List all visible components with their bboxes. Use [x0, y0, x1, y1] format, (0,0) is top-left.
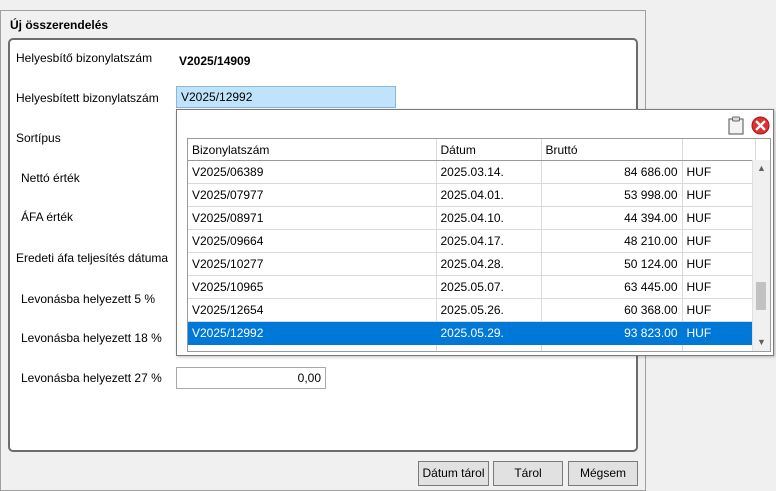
cell-bizonylatszam[interactable]: V2025/13122 — [188, 344, 437, 351]
clipboard-icon[interactable] — [728, 116, 744, 135]
cell-bizonylatszam[interactable]: V2025/10965 — [188, 275, 437, 299]
megsem-button[interactable]: Mégsem — [568, 461, 638, 486]
cell-brutto[interactable]: 53 998.00 — [541, 183, 683, 207]
cell-datum[interactable]: 2025.04.10. — [436, 206, 542, 230]
table-header-row: Bizonylatszám Dátum Bruttó — [188, 139, 756, 161]
netto-label: Nettó érték — [21, 171, 80, 185]
cell-brutto[interactable]: 44 394.00 — [541, 206, 683, 230]
helyesbito-label: Helyesbítő bizonylatszám — [16, 51, 153, 65]
table-row[interactable]: V2025/09664 2025.04.17. 48 210.00 HUF — [188, 229, 756, 253]
cell-datum[interactable]: 2025.05.29. — [436, 321, 542, 345]
tarol-button[interactable]: Tárol — [493, 461, 563, 486]
scroll-up-icon[interactable]: ▲ — [753, 160, 770, 177]
vertical-scrollbar[interactable]: ▲ ▼ — [752, 160, 770, 351]
cell-brutto[interactable]: 84 686.00 — [541, 160, 683, 184]
levon18-label: Levonásba helyezett 18 % — [21, 331, 162, 345]
cell-datum[interactable]: 2025.03.14. — [436, 160, 542, 184]
cell-datum[interactable]: 2025.05.26. — [436, 298, 542, 322]
helyesbitett-input[interactable]: V2025/12992 — [176, 86, 396, 108]
invoice-grid[interactable]: Bizonylatszám Dátum Bruttó V2025/06389 20… — [187, 138, 771, 352]
levon27-label: Levonásba helyezett 27 % — [21, 371, 162, 385]
cell-bizonylatszam[interactable]: V2025/08971 — [188, 206, 437, 230]
helyesbitett-label: Helyesbített bizonylatszám — [16, 91, 159, 105]
table-row[interactable]: V2025/10277 2025.04.28. 50 124.00 HUF — [188, 252, 756, 276]
cell-currency[interactable]: HUF — [682, 321, 756, 345]
cell-currency[interactable]: HUF — [682, 183, 756, 207]
levon27-input[interactable]: 0,00 — [176, 367, 326, 389]
cell-currency[interactable]: HUF — [682, 206, 756, 230]
cell-bizonylatszam[interactable]: V2025/10277 — [188, 252, 437, 276]
levon5-label: Levonásba helyezett 5 % — [21, 292, 156, 306]
helyesbito-value: V2025/14909 — [179, 54, 251, 68]
cell-datum[interactable]: 2025.04.17. — [436, 229, 542, 253]
cell-currency[interactable]: HUF — [682, 298, 756, 322]
cell-currency[interactable]: HUF — [682, 275, 756, 299]
table-row[interactable]: V2025/10965 2025.05.07. 63 445.00 HUF — [188, 275, 756, 299]
table-row[interactable]: V2025/131222025.05.30.79 930.00HUF — [188, 344, 756, 351]
datum-tarol-button[interactable]: Dátum tárol — [418, 461, 489, 486]
close-icon[interactable] — [751, 116, 770, 135]
sortipus-label: Sortípus — [16, 131, 61, 145]
cell-brutto[interactable]: 60 368.00 — [541, 298, 683, 322]
cell-datum[interactable]: 2025.04.28. — [436, 252, 542, 276]
table-row[interactable]: V2025/12992 2025.05.29. 93 823.00 HUF — [188, 321, 756, 345]
cell-currency[interactable]: HUF — [682, 344, 756, 351]
scroll-thumb[interactable] — [756, 282, 766, 310]
window-title: Új összerendelés — [10, 18, 109, 32]
col-header-datum[interactable]: Dátum — [436, 139, 542, 161]
cell-brutto[interactable]: 93 823.00 — [541, 321, 683, 345]
lookup-popup: Bizonylatszám Dátum Bruttó V2025/06389 20… — [176, 109, 774, 356]
table-row[interactable]: V2025/07977 2025.04.01. 53 998.00 HUF — [188, 183, 756, 207]
cell-brutto[interactable]: 79 930.00 — [541, 344, 683, 351]
cell-datum[interactable]: 2025.04.01. — [436, 183, 542, 207]
cell-bizonylatszam[interactable]: V2025/06389 — [188, 160, 437, 184]
col-header-currency[interactable] — [682, 139, 756, 161]
col-header-brutto[interactable]: Bruttó — [541, 139, 683, 161]
cell-brutto[interactable]: 63 445.00 — [541, 275, 683, 299]
cell-bizonylatszam[interactable]: V2025/07977 — [188, 183, 437, 207]
invoice-table: Bizonylatszám Dátum Bruttó V2025/06389 20… — [188, 139, 756, 351]
cell-currency[interactable]: HUF — [682, 252, 756, 276]
cell-brutto[interactable]: 48 210.00 — [541, 229, 683, 253]
cell-brutto[interactable]: 50 124.00 — [541, 252, 683, 276]
table-row[interactable]: V2025/08971 2025.04.10. 44 394.00 HUF — [188, 206, 756, 230]
cell-datum[interactable]: 2025.05.30. — [436, 344, 542, 351]
scroll-down-icon[interactable]: ▼ — [753, 334, 770, 351]
cell-bizonylatszam[interactable]: V2025/12654 — [188, 298, 437, 322]
cell-bizonylatszam[interactable]: V2025/09664 — [188, 229, 437, 253]
table-row[interactable]: V2025/12654 2025.05.26. 60 368.00 HUF — [188, 298, 756, 322]
afa-label: ÁFA érték — [21, 210, 74, 224]
table-row[interactable]: V2025/06389 2025.03.14. 84 686.00 HUF — [188, 160, 756, 184]
cell-currency[interactable]: HUF — [682, 160, 756, 184]
cell-bizonylatszam[interactable]: V2025/12992 — [188, 321, 437, 345]
eredeti-afa-label: Eredeti áfa teljesítés dátuma — [16, 251, 169, 265]
cell-currency[interactable]: HUF — [682, 229, 756, 253]
cell-datum[interactable]: 2025.05.07. — [436, 275, 542, 299]
col-header-bizonylatszam[interactable]: Bizonylatszám — [188, 139, 437, 161]
